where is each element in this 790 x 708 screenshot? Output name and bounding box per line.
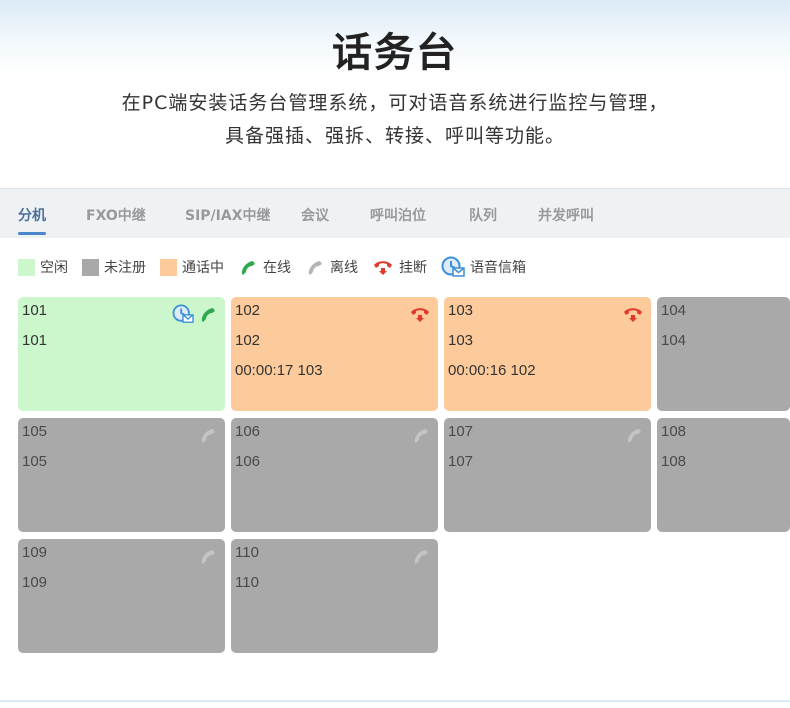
tab-call-parking[interactable]: 呼叫泊位 (370, 189, 426, 239)
divider (0, 700, 790, 702)
extension-card-109[interactable]: 109 109 (18, 539, 225, 653)
extension-name: 108 (661, 453, 687, 470)
tab-concurrent-calls[interactable]: 并发呼叫 (538, 189, 594, 239)
unregistered-swatch (82, 258, 99, 276)
extension-number: 110 (235, 544, 259, 561)
status-legend: 空闲 未注册 通话中 在线 离线 挂断 语音信箱 (18, 256, 540, 278)
extension-name: 107 (448, 453, 474, 470)
extension-card-106[interactable]: 106 106 (231, 418, 438, 532)
extension-grid: 101 101 102 102 00:00:17 103 103 103 00:… (18, 297, 790, 657)
extension-name: 109 (22, 574, 48, 591)
extension-card-110[interactable]: 110 110 (231, 539, 438, 653)
extension-card-102[interactable]: 102 102 00:00:17 103 (231, 297, 438, 411)
legend-hangup: 挂断 (372, 257, 427, 277)
legend-label: 通话中 (182, 260, 224, 276)
legend-online: 在线 (238, 257, 291, 277)
page-title: 话务台 (332, 30, 458, 76)
description-line-2: 具备强插、强拆、转接、呼叫等功能。 (224, 125, 565, 147)
phone-offline-icon (414, 550, 428, 564)
extension-card-105[interactable]: 105 105 (18, 418, 225, 532)
hangup-icon[interactable] (409, 304, 431, 324)
idle-swatch (18, 258, 35, 276)
voicemail-icon[interactable] (172, 304, 194, 324)
extension-name: 110 (235, 574, 259, 591)
extension-number: 103 (448, 302, 474, 319)
extension-card-103[interactable]: 103 103 00:00:16 102 (444, 297, 651, 411)
phone-offline-icon (627, 429, 641, 443)
hangup-icon[interactable] (622, 304, 644, 324)
legend-label: 语音信箱 (470, 260, 526, 276)
extension-name: 105 (22, 453, 48, 470)
tab-bar: 分机 FXO中继 SIP/IAX中继 会议 呼叫泊位 队列 并发呼叫 (0, 188, 790, 238)
extension-name: 101 (22, 332, 48, 349)
extension-card-101[interactable]: 101 101 (18, 297, 225, 411)
in-call-swatch (160, 258, 177, 276)
phone-offline-icon (414, 429, 428, 443)
legend-label: 空闲 (40, 260, 68, 276)
extension-name: 102 (235, 332, 261, 349)
call-info: 00:00:17 103 (235, 362, 323, 379)
extension-number: 104 (661, 302, 687, 319)
description-line-1: 在PC端安装话务台管理系统，可对语音系统进行监控与管理， (121, 92, 669, 114)
legend-label: 离线 (330, 260, 358, 276)
legend-idle: 空闲 (18, 257, 68, 277)
extension-number: 105 (22, 423, 48, 440)
extension-number: 102 (235, 302, 261, 319)
legend-in-call: 通话中 (160, 257, 224, 277)
phone-offline-icon (308, 261, 322, 275)
extension-number: 108 (661, 423, 687, 440)
phone-online-icon (241, 261, 255, 275)
page-header: 话务台 在PC端安装话务台管理系统，可对语音系统进行监控与管理， 具备强插、强拆… (0, 0, 790, 188)
legend-label: 挂断 (399, 260, 427, 276)
legend-unregistered: 未注册 (82, 257, 146, 277)
extension-number: 107 (448, 423, 474, 440)
extension-name: 103 (448, 332, 474, 349)
extension-name: 106 (235, 453, 261, 470)
call-info: 00:00:16 102 (448, 362, 536, 379)
extension-card-107[interactable]: 107 107 (444, 418, 651, 532)
tab-queue[interactable]: 队列 (469, 189, 497, 239)
phone-offline-icon (201, 429, 215, 443)
tab-sip-iax-trunk[interactable]: SIP/IAX中继 (185, 189, 271, 239)
extension-name: 104 (661, 332, 687, 349)
hangup-icon (374, 261, 392, 275)
tab-extensions[interactable]: 分机 (18, 189, 46, 239)
tab-conference[interactable]: 会议 (301, 189, 329, 239)
extension-card-104[interactable]: 104 104 (657, 297, 790, 411)
phone-offline-icon (201, 550, 215, 564)
legend-label: 在线 (263, 260, 291, 276)
legend-voicemail: 语音信箱 (441, 256, 526, 278)
voicemail-icon (441, 256, 465, 277)
tab-fxo-trunk[interactable]: FXO中继 (86, 189, 146, 239)
extension-number: 109 (22, 544, 48, 561)
legend-label: 未注册 (104, 260, 146, 276)
phone-online-icon (201, 308, 215, 322)
extension-number: 106 (235, 423, 261, 440)
extension-card-108[interactable]: 108 108 (657, 418, 790, 532)
operator-console-panel: 分机 FXO中继 SIP/IAX中继 会议 呼叫泊位 队列 并发呼叫 空闲 未注… (0, 188, 790, 666)
legend-offline: 离线 (305, 257, 358, 277)
